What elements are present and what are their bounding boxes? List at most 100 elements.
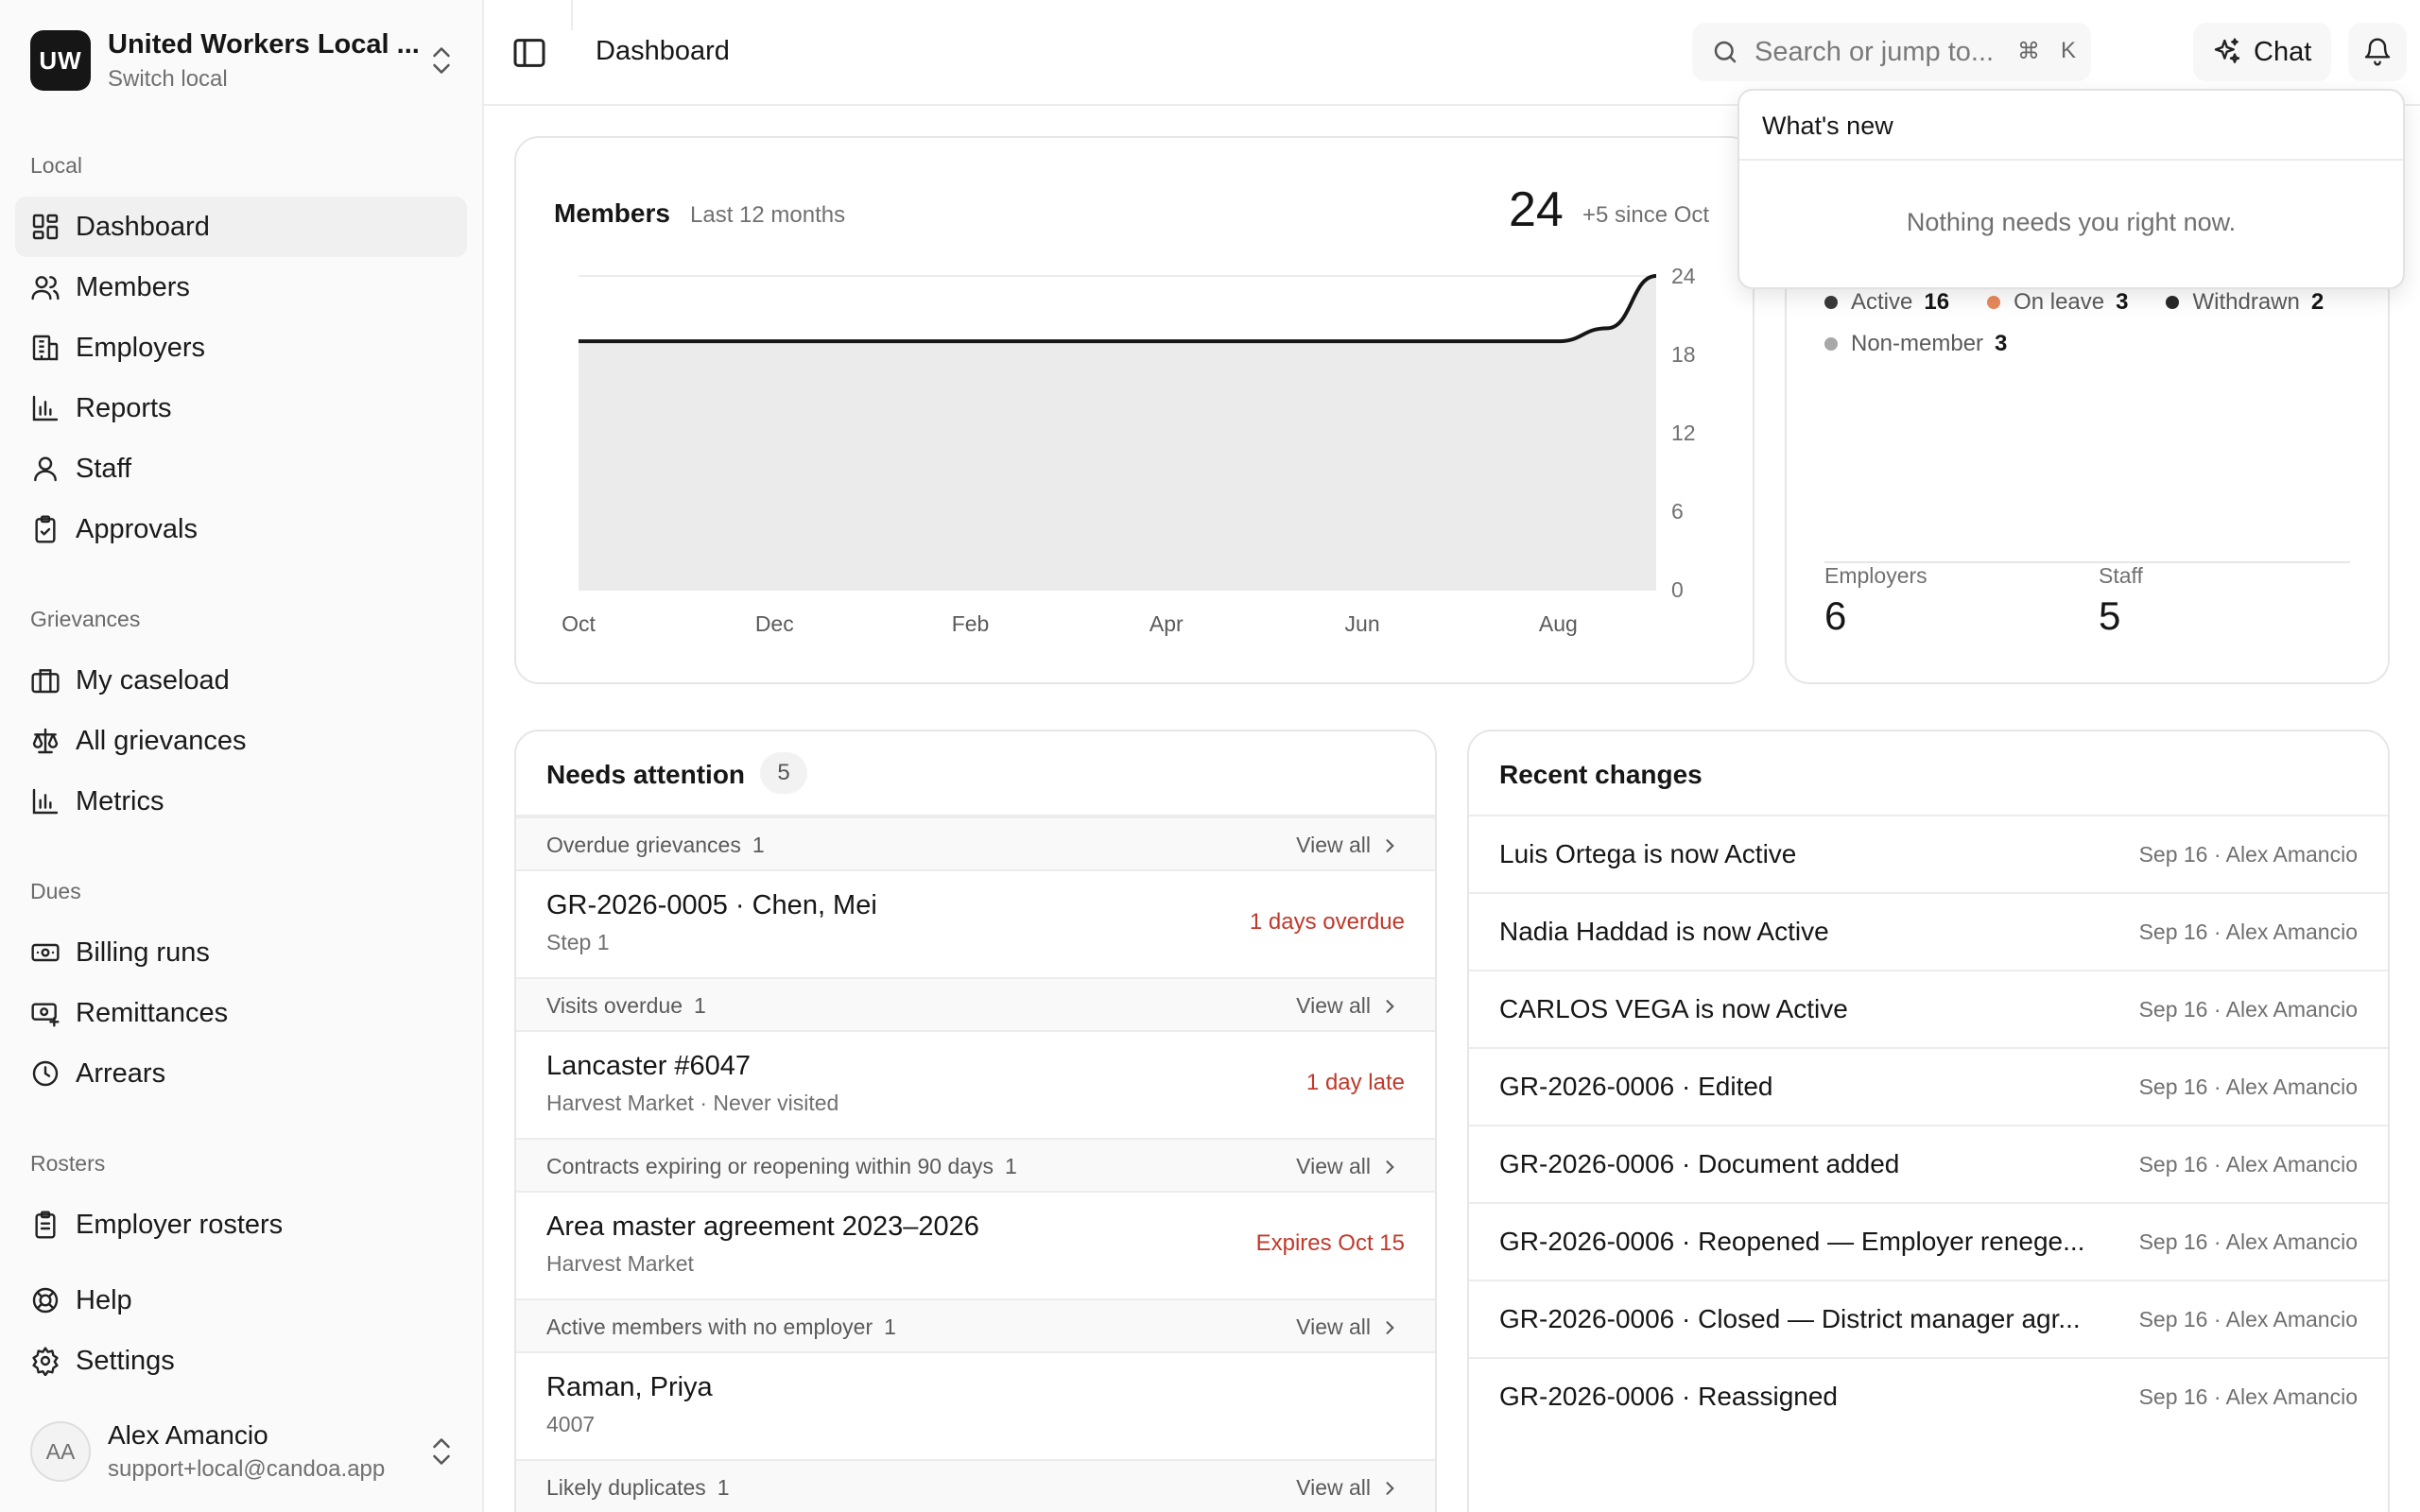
view-all-link[interactable]: View all — [1296, 1314, 1399, 1340]
group-count: 1 — [717, 1475, 730, 1500]
item-subtitle: 4007 — [546, 1412, 596, 1436]
search-icon — [1714, 41, 1737, 63]
item-title: GR-2026-0005 · Chen, Mei — [546, 890, 877, 920]
sidebar-item-approvals[interactable]: Approvals — [15, 499, 467, 559]
section-label-grievances: Grievances — [30, 607, 141, 631]
change-text: GR-2026-0006 · Reopened — Employer reneg… — [1499, 1227, 2085, 1256]
sidebar-item-settings[interactable]: Settings — [15, 1331, 467, 1391]
sidebar-item-label: Staff — [76, 453, 132, 484]
sparkles-icon — [2214, 38, 2240, 63]
list-item[interactable]: Raman, Priya 4007 — [516, 1353, 1435, 1459]
clipboard-list-icon — [35, 1211, 56, 1239]
receive-money-icon — [31, 1003, 60, 1027]
chevron-right-icon — [1386, 1320, 1394, 1334]
change-meta: Sep 16 · Alex Amancio — [2138, 842, 2358, 867]
sidebar-item-members[interactable]: Members — [15, 257, 467, 318]
status-withdrawn: Withdrawn 2 — [2166, 289, 2324, 316]
list-item[interactable]: Lancaster #6047 Harvest Market · Never v… — [516, 1032, 1435, 1138]
x-tick-label: Feb — [952, 611, 990, 636]
view-all-link[interactable]: View all — [1296, 833, 1399, 858]
list-item[interactable]: GR-2026-0006 · Document added Sep 16 · Al… — [1469, 1126, 2388, 1204]
y-tick-label: 6 — [1671, 499, 1684, 524]
view-all-label: View all — [1296, 993, 1371, 1018]
avatar: AA — [30, 1421, 91, 1482]
change-text: GR-2026-0006 · Edited — [1499, 1072, 1773, 1101]
user-icon — [34, 456, 57, 482]
gear-icon — [32, 1347, 59, 1376]
sidebar-item-billing-runs[interactable]: Billing runs — [15, 922, 467, 983]
clock-icon — [32, 1060, 59, 1087]
employers-label: Employers — [1824, 563, 1927, 588]
sidebar-item-all-grievances[interactable]: All grievances — [15, 711, 467, 771]
sidebar-item-label: Employers — [76, 332, 205, 363]
staff-label: Staff — [2099, 563, 2143, 588]
view-all-link[interactable]: View all — [1296, 993, 1399, 1019]
divider — [571, 0, 573, 30]
sidebar-item-label: Billing runs — [76, 936, 210, 968]
sidebar-item-arrears[interactable]: Arrears — [15, 1043, 467, 1104]
sidebar-item-employer-rosters[interactable]: Employer rosters — [15, 1194, 467, 1255]
search-input[interactable] — [1754, 36, 2038, 68]
list-item[interactable]: GR-2026-0006 · Reopened — Employer reneg… — [1469, 1204, 2388, 1281]
sidebar-item-reports[interactable]: Reports — [15, 378, 467, 438]
sidebar-toggle-icon[interactable] — [510, 34, 548, 72]
x-tick-label: Aug — [1539, 611, 1578, 636]
view-all-label: View all — [1296, 833, 1371, 857]
view-all-link[interactable]: View all — [1296, 1475, 1399, 1501]
change-meta: Sep 16 · Alex Amancio — [2138, 997, 2358, 1022]
sidebar-item-label: Employer rosters — [76, 1209, 284, 1240]
group-label: Overdue grievances — [546, 833, 741, 857]
sidebar-item-label: Members — [76, 271, 190, 302]
list-item[interactable]: GR-2026-0006 · Reassigned Sep 16 · Alex A… — [1469, 1359, 2388, 1436]
change-meta: Sep 16 · Alex Amancio — [2138, 1229, 2358, 1254]
user-menu[interactable]: AA Alex Amancio support+local@candoa.app — [30, 1418, 456, 1486]
notifications-button[interactable] — [2348, 23, 2407, 81]
group-count: 1 — [884, 1314, 896, 1339]
group-header: Likely duplicates 1 View all — [516, 1459, 1435, 1512]
item-subtitle: Harvest Market — [546, 1251, 694, 1276]
sidebar-item-label: Arrears — [76, 1057, 166, 1089]
staff-value: 5 — [2099, 593, 2121, 638]
sidebar-item-employers[interactable]: Employers — [15, 318, 467, 378]
sidebar-item-my-caseload[interactable]: My caseload — [15, 650, 467, 711]
x-tick-label: Apr — [1150, 611, 1184, 636]
change-text: GR-2026-0006 · Reassigned — [1499, 1382, 1838, 1411]
sidebar-item-metrics[interactable]: Metrics — [15, 771, 467, 832]
switch-local-label: Switch local — [108, 65, 228, 92]
group-count: 1 — [694, 993, 706, 1018]
sidebar-item-help[interactable]: Help — [15, 1270, 467, 1331]
change-text: Nadia Haddad is now Active — [1499, 917, 1829, 946]
y-tick-label: 0 — [1671, 577, 1684, 602]
search-box[interactable]: ⌘ K — [1692, 23, 2091, 81]
section-label-dues: Dues — [30, 879, 81, 903]
y-tick-label: 18 — [1671, 342, 1696, 367]
dashboard-icon — [32, 214, 59, 240]
sidebar-item-staff[interactable]: Staff — [15, 438, 467, 499]
list-item[interactable]: GR-2026-0005 · Chen, Mei Step 1 1 days o… — [516, 871, 1435, 977]
y-tick-label: 12 — [1671, 421, 1696, 445]
sidebar-item-label: Reports — [76, 392, 172, 423]
list-item[interactable]: Luis Ortega is now Active Sep 16 · Alex A… — [1469, 816, 2388, 894]
sidebar-item-dashboard[interactable]: Dashboard — [15, 197, 467, 257]
popover-header: What's new — [1739, 91, 2403, 161]
status-value: 16 — [1924, 289, 1950, 315]
bell-icon — [2364, 38, 2391, 66]
bar-chart-icon — [32, 395, 59, 421]
local-switcher[interactable]: UW United Workers Local ... Switch local — [30, 28, 456, 93]
count-badge: 5 — [760, 752, 807, 794]
sidebar-item-remittances[interactable]: Remittances — [15, 983, 467, 1043]
status-label: On leave — [2014, 289, 2105, 315]
chat-button[interactable]: Chat — [2193, 23, 2331, 81]
item-title: Lancaster #6047 — [546, 1051, 752, 1081]
list-item[interactable]: CARLOS VEGA is now Active Sep 16 · Alex A… — [1469, 971, 2388, 1049]
employers-value: 6 — [1824, 593, 1847, 638]
chat-label: Chat — [2254, 36, 2312, 67]
list-item[interactable]: Area master agreement 2023–2026 Harvest … — [516, 1193, 1435, 1298]
list-item[interactable]: GR-2026-0006 · Edited Sep 16 · Alex Amanc… — [1469, 1049, 2388, 1126]
briefcase-icon — [31, 669, 60, 694]
sidebar-item-label: Dashboard — [76, 211, 210, 242]
view-all-link[interactable]: View all — [1296, 1154, 1399, 1179]
sidebar-item-label: All grievances — [76, 725, 247, 756]
list-item[interactable]: GR-2026-0006 · Closed — District manager… — [1469, 1281, 2388, 1359]
list-item[interactable]: Nadia Haddad is now Active Sep 16 · Alex … — [1469, 894, 2388, 971]
